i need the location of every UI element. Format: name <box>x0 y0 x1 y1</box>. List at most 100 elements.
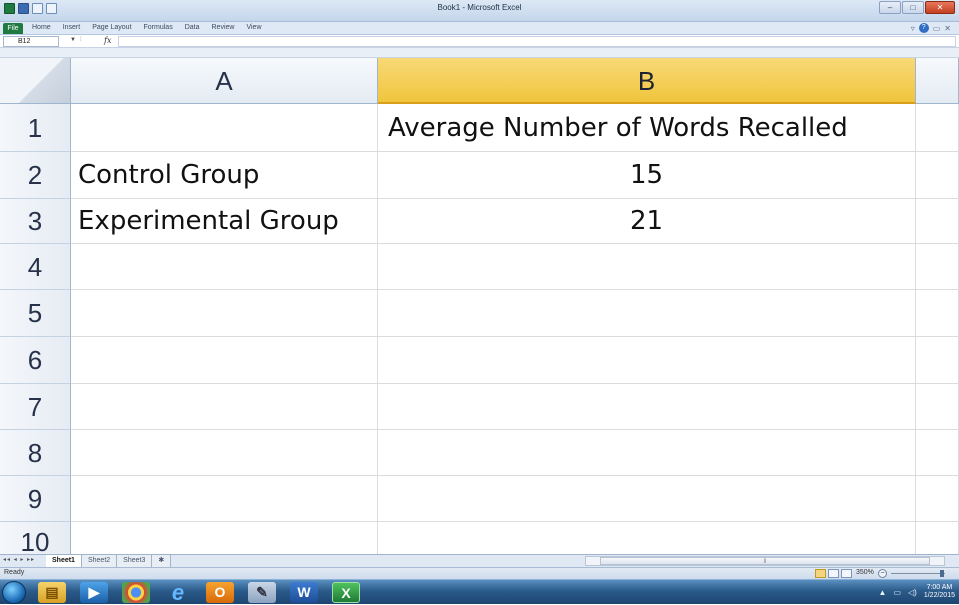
cell-a10[interactable] <box>71 522 378 554</box>
explorer-icon[interactable]: ▤ <box>38 582 66 603</box>
tab-data[interactable]: Data <box>185 24 200 31</box>
workbook-restore-icon[interactable]: ▭ <box>933 24 941 33</box>
cell-b5[interactable] <box>378 290 916 337</box>
tab-file[interactable]: File <box>3 23 23 34</box>
cell-c5[interactable] <box>916 290 959 337</box>
cell-c3[interactable] <box>916 199 959 244</box>
cell-a6[interactable] <box>71 337 378 384</box>
photos-icon[interactable]: ✎ <box>248 582 276 603</box>
chrome-icon[interactable] <box>122 582 150 603</box>
cell-a5[interactable] <box>71 290 378 337</box>
cell-c10[interactable] <box>916 522 959 554</box>
tab-home[interactable]: Home <box>32 24 51 31</box>
cell-b9[interactable] <box>378 476 916 522</box>
ribbon-minimize-icon[interactable]: ▿ <box>911 24 915 33</box>
row-header-9[interactable]: 9 <box>0 476 71 522</box>
sheet-tab-sheet3[interactable]: Sheet3 <box>117 555 153 567</box>
select-all-corner[interactable] <box>0 58 71 104</box>
column-header-c[interactable] <box>916 58 959 104</box>
cell-a2[interactable]: Control Group <box>71 152 378 199</box>
grid-top-strip <box>0 48 959 58</box>
maximize-button[interactable]: □ <box>902 1 924 14</box>
horizontal-scrollbar[interactable]: ⦀ <box>585 556 945 566</box>
cell-c9[interactable] <box>916 476 959 522</box>
normal-view-icon[interactable] <box>815 569 826 578</box>
sheet-navigation-arrows[interactable]: ◂◂ ◂ ▸ ▸▸ <box>3 556 35 563</box>
window-title: Book1 - Microsoft Excel <box>437 3 522 12</box>
row-header-6[interactable]: 6 <box>0 337 71 384</box>
cell-a9[interactable] <box>71 476 378 522</box>
cell-c4[interactable] <box>916 244 959 290</box>
cell-a1[interactable] <box>71 104 378 152</box>
clock[interactable]: 7:00 AM 1/22/2015 <box>924 584 955 600</box>
cell-a3[interactable]: Experimental Group <box>71 199 378 244</box>
row-header-7[interactable]: 7 <box>0 384 71 430</box>
sheet-tab-sheet2[interactable]: Sheet2 <box>81 555 118 567</box>
column-header-a[interactable]: A <box>71 58 378 104</box>
cell-a8[interactable] <box>71 430 378 476</box>
cell-b3[interactable]: 21 <box>378 199 916 244</box>
workbook-close-icon[interactable]: ✕ <box>944 24 951 33</box>
internet-explorer-icon[interactable]: e <box>164 582 192 604</box>
start-button[interactable] <box>2 581 26 604</box>
insert-function-icon[interactable]: fx <box>104 36 111 45</box>
formula-input[interactable] <box>118 36 956 47</box>
outlook-icon[interactable]: O <box>206 582 234 603</box>
help-icon[interactable]: ? <box>918 23 929 33</box>
cell-c8[interactable] <box>916 430 959 476</box>
cell-c6[interactable] <box>916 337 959 384</box>
volume-icon[interactable]: ◁) <box>908 588 917 597</box>
column-header-b[interactable]: B <box>378 58 916 104</box>
tab-page-layout[interactable]: Page Layout <box>92 24 131 31</box>
insert-sheet-icon[interactable]: ✱ <box>152 555 172 567</box>
tab-insert[interactable]: Insert <box>63 24 81 31</box>
horizontal-scroll-thumb[interactable]: ⦀ <box>600 557 930 565</box>
cell-c1[interactable] <box>916 104 959 152</box>
cell-b4[interactable] <box>378 244 916 290</box>
row-header-5[interactable]: 5 <box>0 290 71 337</box>
cell-c2[interactable] <box>916 152 959 199</box>
cell-b1[interactable]: Average Number of Words Recalled <box>378 104 916 152</box>
zoom-slider-thumb[interactable] <box>940 570 944 577</box>
ribbon-tabs: File Home Insert Page Layout Formulas Da… <box>0 22 959 35</box>
page-layout-view-icon[interactable] <box>828 569 839 578</box>
cell-b10[interactable] <box>378 522 916 554</box>
cell-b8[interactable] <box>378 430 916 476</box>
status-text: Ready <box>4 569 25 576</box>
cell-c7[interactable] <box>916 384 959 430</box>
cell-a7[interactable] <box>71 384 378 430</box>
row-header-2[interactable]: 2 <box>0 152 71 199</box>
row-header-1[interactable]: 1 <box>0 104 71 152</box>
sheet-tab-sheet1[interactable]: Sheet1 <box>46 555 82 567</box>
close-button[interactable]: ✕ <box>925 1 955 14</box>
formula-bar-separator: ⁞ <box>80 37 82 43</box>
system-tray: ▲ ▭ ◁) 7:00 AM 1/22/2015 <box>879 584 955 600</box>
zoom-slider[interactable] <box>891 573 945 574</box>
excel-icon[interactable]: X <box>332 582 360 603</box>
row-header-10[interactable]: 10 <box>0 522 71 554</box>
minimize-button[interactable]: – <box>879 1 901 14</box>
tab-review[interactable]: Review <box>212 24 235 31</box>
network-icon[interactable]: ▭ <box>893 588 901 597</box>
word-icon[interactable]: W <box>290 582 318 603</box>
tab-formulas[interactable]: Formulas <box>144 24 173 31</box>
zoom-level[interactable]: 350% <box>856 569 874 576</box>
zoom-out-icon[interactable]: − <box>878 569 887 578</box>
name-box[interactable]: B12 <box>3 36 59 47</box>
sheet-tab-bar: ◂◂ ◂ ▸ ▸▸ Sheet1 Sheet2 Sheet3 ✱ ⦀ <box>0 554 959 567</box>
page-break-view-icon[interactable] <box>841 569 852 578</box>
tray-expand-icon[interactable]: ▲ <box>879 588 887 597</box>
windows-taskbar: ▤ ▶ e O ✎ W X ▲ ▭ ◁) 7:00 AM 1/22/2015 <box>0 579 959 604</box>
row-header-8[interactable]: 8 <box>0 430 71 476</box>
row-header-4[interactable]: 4 <box>0 244 71 290</box>
chevron-down-icon[interactable]: ▼ <box>70 37 76 43</box>
spreadsheet-grid: A B 1 Average Number of Words Recalled 2 Co… <box>0 48 959 554</box>
tab-view[interactable]: View <box>246 24 261 31</box>
media-player-icon[interactable]: ▶ <box>80 582 108 603</box>
cell-a4[interactable] <box>71 244 378 290</box>
status-bar: Ready 350% − <box>0 567 959 579</box>
cell-b7[interactable] <box>378 384 916 430</box>
cell-b2[interactable]: 15 <box>378 152 916 199</box>
cell-b6[interactable] <box>378 337 916 384</box>
row-header-3[interactable]: 3 <box>0 199 71 244</box>
